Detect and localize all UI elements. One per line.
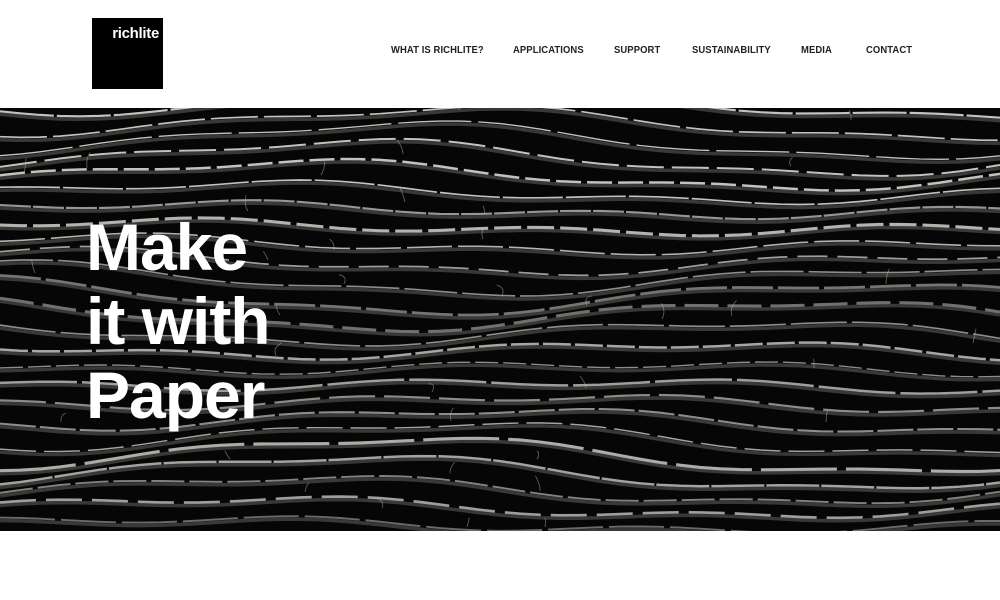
below-hero-area — [0, 531, 1000, 600]
nav-item-what-is-richlite[interactable]: WHAT IS RICHLITE? — [391, 44, 484, 56]
headline-line-3: Paper — [86, 358, 265, 432]
nav-item-media[interactable]: MEDIA — [801, 44, 832, 56]
nav-item-sustainability[interactable]: SUSTAINABILITY — [692, 44, 771, 56]
nav-item-contact[interactable]: CONTACT — [866, 44, 912, 56]
main-nav: WHAT IS RICHLITE? APPLICATIONS SUPPORT S… — [0, 44, 1000, 62]
headline-line-1: Make — [86, 210, 248, 284]
hero-banner: Make it with Paper — [0, 108, 1000, 531]
headline-line-2: it with — [86, 284, 271, 358]
site-header: richlite WHAT IS RICHLITE? APPLICATIONS … — [0, 0, 1000, 108]
nav-item-applications[interactable]: APPLICATIONS — [513, 44, 584, 56]
hero-headline: Make it with Paper — [86, 210, 271, 432]
nav-item-support[interactable]: SUPPORT — [614, 44, 660, 56]
logo-text: richlite — [112, 25, 159, 42]
